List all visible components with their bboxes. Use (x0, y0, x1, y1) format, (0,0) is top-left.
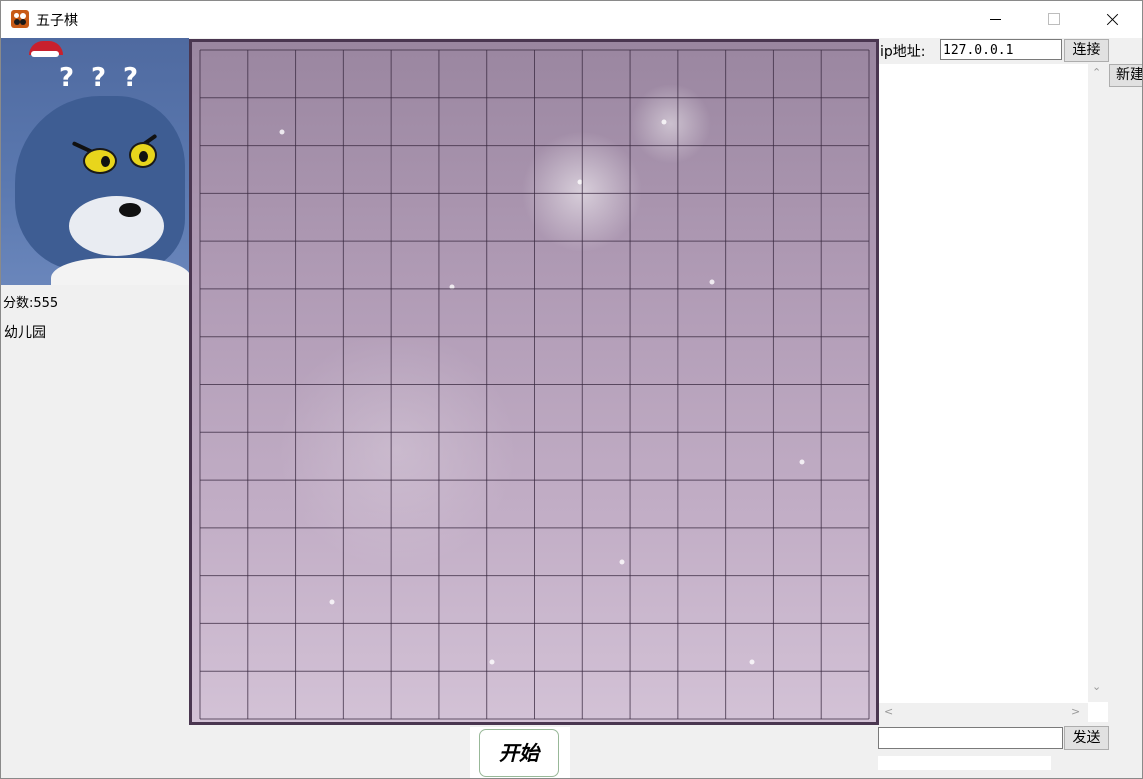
board-sparkle (329, 599, 335, 605)
avatar-question-mark: ? (59, 63, 75, 93)
rank-label: 幼儿园 (4, 325, 46, 341)
horizontal-scrollbar[interactable]: < > (879, 703, 1088, 722)
board-sparkle (799, 459, 805, 465)
avatar-eye (83, 148, 117, 174)
avatar-eye (129, 142, 157, 168)
connect-button[interactable]: 连接 (1064, 39, 1109, 62)
board-sparkle (749, 659, 755, 665)
new-button[interactable]: 新建 (1109, 64, 1142, 87)
ip-address-input[interactable]: 127.0.0.1 (940, 39, 1062, 60)
board-sparkle (279, 129, 285, 135)
game-window: 五子棋 ? ? ? 分数:555 幼儿园 开始 ip地址: 127.0.0.1 … (0, 0, 1143, 779)
player-avatar: ? ? ? (1, 38, 189, 285)
chat-message-input[interactable] (878, 727, 1063, 749)
minimize-icon[interactable] (966, 1, 1024, 38)
vertical-scrollbar[interactable]: ⌃ ⌄ (1088, 64, 1108, 702)
close-icon[interactable] (1083, 1, 1141, 38)
avatar-question-mark: ? (91, 63, 107, 93)
window-title: 五子棋 (36, 13, 78, 29)
ip-label: ip地址: (880, 44, 926, 60)
send-button[interactable]: 发送 (1064, 726, 1109, 750)
board-sparkle (661, 119, 667, 125)
board-sparkle (489, 659, 495, 665)
score-label: 分数:555 (3, 296, 59, 311)
avatar-santa-hat (29, 41, 63, 57)
maximize-icon[interactable] (1024, 1, 1082, 38)
gomoku-app-icon (11, 10, 29, 28)
scroll-up-icon[interactable]: ⌃ (1092, 66, 1101, 79)
chat-log[interactable] (879, 64, 1108, 722)
status-strip (878, 756, 1051, 770)
avatar-question-mark: ? (123, 63, 139, 93)
board-sparkle (709, 279, 715, 285)
scroll-left-icon[interactable]: < (884, 705, 893, 718)
title-bar: 五子棋 (1, 1, 1142, 38)
board-sparkle (619, 559, 625, 565)
avatar-chest (51, 258, 189, 285)
avatar-muzzle (69, 196, 164, 256)
scroll-down-icon[interactable]: ⌄ (1092, 680, 1101, 693)
start-button-frame: 开始 (470, 727, 570, 778)
board-grid (199, 49, 870, 720)
start-button[interactable]: 开始 (479, 729, 559, 777)
board-sparkle (577, 179, 583, 185)
scroll-right-icon[interactable]: > (1071, 705, 1080, 718)
avatar-nose (119, 203, 141, 217)
game-board[interactable] (189, 39, 879, 725)
